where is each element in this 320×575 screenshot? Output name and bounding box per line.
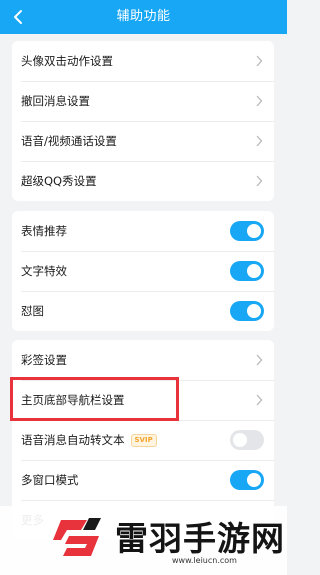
setting-label: 撤回消息设置 [21,94,90,108]
watermark-text: 雷羽手游网 [115,519,285,558]
page-title: 辅助功能 [116,9,171,24]
toggle-knob [247,224,261,238]
chevron-right-icon [256,55,263,67]
svip-badge: SVIP [130,433,157,447]
setting-super-qq-show[interactable]: 超级QQ秀设置 [12,161,274,201]
chevron-right-icon [256,95,263,107]
setting-label: 怼图 [21,304,44,318]
settings-group-navigation: 头像双击动作设置 撤回消息设置 语音/视频通话设置 超级QQ秀设置 [12,41,274,201]
setting-caiqian[interactable]: 彩签设置 [12,340,274,380]
duitu-toggle[interactable] [230,301,264,321]
watermark-url: www.leiucn.com [172,556,237,565]
multi-window-toggle[interactable] [230,470,264,490]
sticker-recommend-toggle[interactable] [230,221,264,241]
setting-label: 超级QQ秀设置 [21,174,97,188]
settings-group-toggles: 表情推荐 文字特效 怼图 [12,211,274,331]
text-effects-toggle[interactable] [230,261,264,281]
setting-label: 彩签设置 [21,353,67,367]
setting-label: 多窗口模式 [21,473,79,487]
setting-label: 语音消息自动转文本 [21,433,125,447]
setting-duitu: 怼图 [12,291,274,331]
toggle-knob [247,264,261,278]
setting-avatar-double-tap[interactable]: 头像双击动作设置 [12,41,274,81]
watermark-logo-icon [53,518,101,556]
voice-to-text-toggle[interactable] [230,430,264,450]
toggle-knob [233,433,247,447]
toggle-knob [247,473,261,487]
chevron-right-icon [256,354,263,366]
toggle-knob [247,304,261,318]
setting-sticker-recommend: 表情推荐 [12,211,274,251]
header-bar: 辅助功能 [0,0,287,34]
setting-label: 表情推荐 [21,224,67,238]
chevron-right-icon [256,135,263,147]
setting-recall-message[interactable]: 撤回消息设置 [12,81,274,121]
highlight-frame [10,377,179,421]
chevron-right-icon [256,394,263,406]
chevron-right-icon [256,175,263,187]
setting-label: 语音/视频通话设置 [21,134,117,148]
setting-multi-window: 多窗口模式 [12,460,274,500]
setting-voice-to-text: 语音消息自动转文本 SVIP [12,420,274,460]
setting-text-effects: 文字特效 [12,251,274,291]
setting-label: 头像双击动作设置 [21,54,113,68]
setting-voice-video-call[interactable]: 语音/视频通话设置 [12,121,274,161]
setting-label: 文字特效 [21,264,67,278]
